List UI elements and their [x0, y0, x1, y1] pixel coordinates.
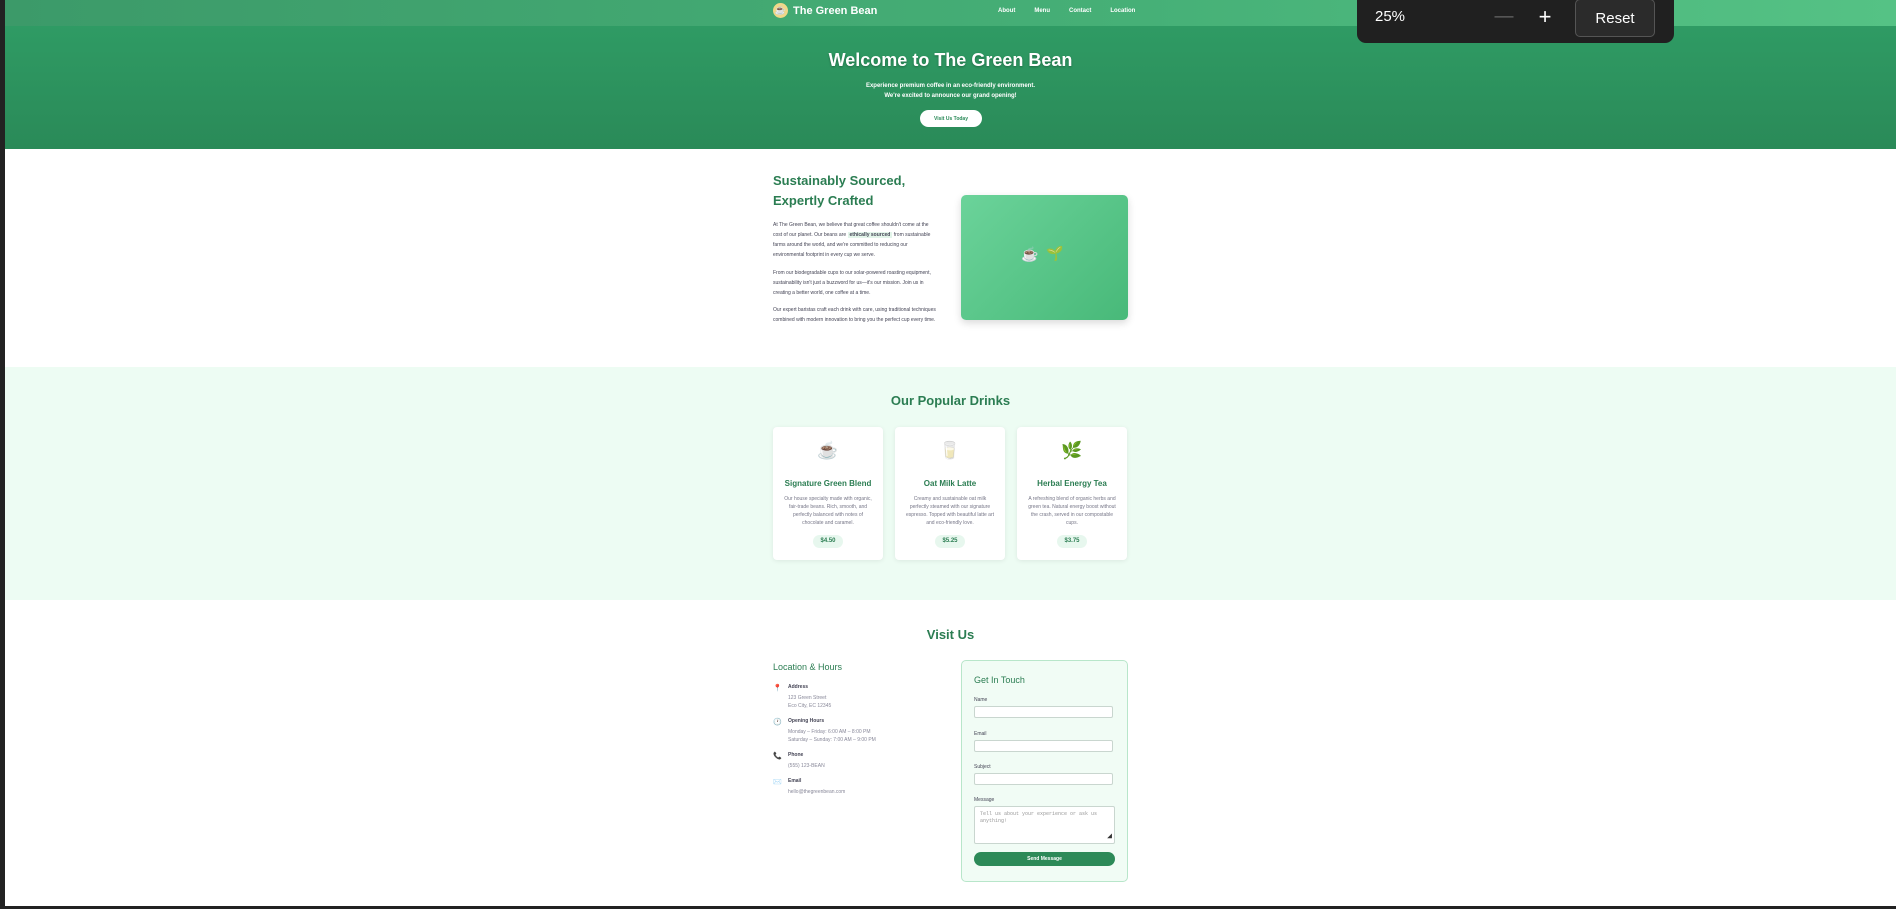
hero-subtitle-line2: We're excited to announce our grand open… — [884, 93, 1017, 99]
contact-form: Get In Touch Name Email Subject Message … — [961, 660, 1128, 882]
about-paragraph-1: At The Green Bean, we believe that great… — [773, 220, 937, 260]
name-label: Name — [974, 697, 988, 703]
page: ☕ The Green Bean About Menu Contact Loca… — [5, 0, 1896, 906]
coffee-cup-icon: ☕ — [1021, 246, 1039, 262]
drinks-title: Our Popular Drinks — [890, 393, 1011, 408]
visit-title: Visit Us — [926, 627, 975, 642]
hero-subtitle-line1: Experience premium coffee in an eco-frie… — [865, 83, 1036, 89]
drink-card[interactable]: ☕ Signature Green Blend Our house specia… — [773, 427, 883, 560]
email-label: Email — [974, 731, 987, 737]
hours-weekend: Saturday – Sunday: 7:00 AM – 9:00 PM — [788, 737, 876, 743]
zoom-level: 25% — [1375, 8, 1406, 25]
drink-price: $3.75 — [1057, 535, 1087, 548]
about-section: Sustainably Sourced, Expertly Crafted At… — [5, 149, 1896, 367]
nav-about[interactable]: About — [998, 8, 1015, 14]
coffee-logo-icon: ☕ — [773, 3, 788, 18]
nav-contact[interactable]: Contact — [1069, 8, 1091, 14]
visit-us-button[interactable]: Visit Us Today — [920, 110, 982, 127]
drink-description: Our house specialty made with organic, f… — [784, 496, 872, 526]
info-label: Opening Hours — [788, 718, 825, 724]
zoom-out-button[interactable]: — — [1490, 6, 1518, 28]
location-pin-icon: 📍 — [773, 685, 782, 692]
info-value: 123 Green Street Eco City, EC 12345 — [788, 694, 831, 710]
drink-name: Herbal Energy Tea — [1037, 479, 1107, 488]
about-image: ☕ 🌱 — [961, 195, 1128, 320]
phone-icon: 📞 — [773, 753, 782, 760]
reset-zoom-button[interactable]: Reset — [1575, 0, 1655, 37]
resize-handle-icon[interactable]: ◢ — [1107, 833, 1112, 841]
hero-title: Welcome to The Green Bean — [828, 50, 1073, 70]
nav-location[interactable]: Location — [1110, 8, 1135, 14]
subject-label: Subject — [974, 764, 991, 770]
send-message-button[interactable]: Send Message — [974, 852, 1115, 866]
location-hours-title: Location & Hours — [773, 662, 843, 672]
drink-card[interactable]: 🥛 Oat Milk Latte Creamy and sustainable … — [895, 427, 1005, 560]
ethically-sourced-highlight: ethically sourced — [847, 232, 893, 238]
drink-name: Signature Green Blend — [784, 479, 872, 488]
seedling-icon: 🌱 — [1046, 245, 1064, 261]
info-value: Monday – Friday: 6:00 AM – 8:00 PM Saturd… — [788, 728, 876, 744]
about-paragraph-2: From our biodegradable cups to our solar… — [773, 270, 931, 296]
drink-name: Oat Milk Latte — [923, 479, 977, 488]
clock-icon: 🕐 — [773, 719, 782, 726]
message-field[interactable]: Tell us about your experience or ask us … — [974, 806, 1115, 844]
drink-description: Creamy and sustainable oat milk perfectl… — [905, 496, 995, 526]
drink-description: A refreshing blend of organic herbs and … — [1028, 496, 1116, 526]
message-label: Message — [974, 797, 995, 803]
about-title: Sustainably Sourced, Expertly Crafted — [773, 171, 933, 211]
form-title: Get In Touch — [974, 675, 1025, 685]
about-paragraph-3: Our expert baristas craft each drink wit… — [773, 307, 936, 323]
hero: Welcome to The Green Bean Experience pre… — [5, 26, 1896, 149]
address-line2: Eco City, EC 12345 — [788, 703, 832, 709]
drinks-section: Our Popular Drinks ☕ Signature Green Ble… — [5, 367, 1896, 600]
email-field[interactable] — [974, 740, 1113, 752]
drink-price: $5.25 — [935, 535, 965, 548]
about-title-line2: Expertly Crafted — [773, 193, 874, 208]
address-line1: 123 Green Street — [788, 695, 827, 701]
hours-weekday: Monday – Friday: 6:00 AM – 8:00 PM — [788, 729, 871, 735]
drink-card[interactable]: 🌿 Herbal Energy Tea A refreshing blend o… — [1017, 427, 1127, 560]
zoom-in-button[interactable]: + — [1531, 4, 1559, 30]
herb-leaf-icon: 🌿 — [1061, 441, 1083, 460]
about-title-line1: Sustainably Sourced, — [773, 173, 906, 188]
main-nav: About Menu Contact Location — [998, 8, 1135, 14]
envelope-icon: ✉️ — [773, 779, 782, 786]
visit-section: Visit Us Location & Hours 📍 Address 123 … — [5, 600, 1896, 906]
logo[interactable]: ☕ The Green Bean — [773, 3, 877, 18]
subject-field[interactable] — [974, 773, 1113, 785]
zoom-control: 25% — + Reset — [1357, 0, 1674, 43]
message-placeholder: Tell us about your experience or ask us … — [980, 811, 1098, 824]
email-value[interactable]: hello@thegreenbean.com — [788, 788, 845, 796]
milk-glass-icon: 🥛 — [939, 441, 961, 460]
nav-menu[interactable]: Menu — [1034, 8, 1050, 14]
drink-price: $4.50 — [813, 535, 843, 548]
phone-value[interactable]: (555) 123-BEAN — [788, 762, 825, 770]
coffee-icon: ☕ — [817, 441, 839, 460]
info-label: Email — [788, 778, 802, 784]
info-label: Address — [788, 684, 809, 690]
hero-subtitle: Experience premium coffee in an eco-frie… — [5, 81, 1896, 101]
name-field[interactable] — [974, 706, 1113, 718]
logo-text: The Green Bean — [793, 4, 878, 17]
info-label: Phone — [788, 752, 804, 758]
